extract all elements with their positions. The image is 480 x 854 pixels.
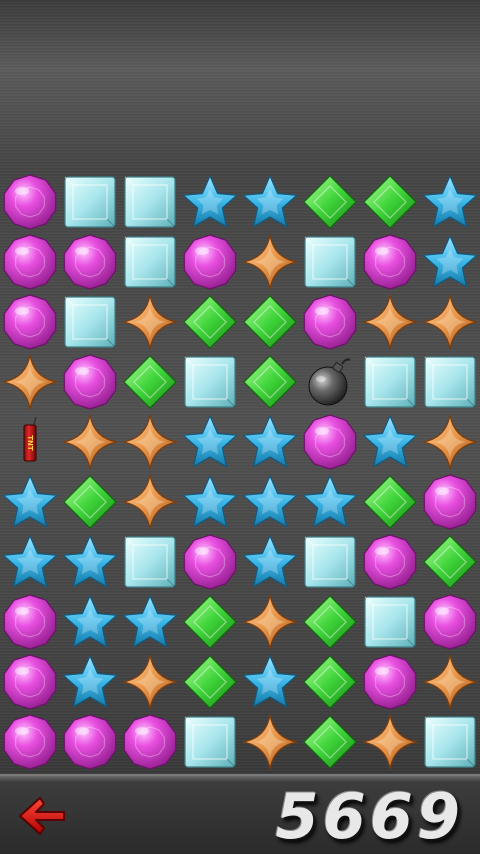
- blue-star-icon[interactable]: [180, 412, 240, 472]
- pink-gem-icon[interactable]: [300, 412, 360, 472]
- blue-star-icon[interactable]: [420, 172, 480, 232]
- orange-spark-icon[interactable]: [360, 292, 420, 352]
- dynamite-icon[interactable]: TNT: [0, 412, 60, 472]
- cyan-square-icon[interactable]: [420, 352, 480, 412]
- orange-spark-icon[interactable]: [420, 652, 480, 712]
- green-diamond-icon[interactable]: [420, 532, 480, 592]
- pink-gem-icon[interactable]: [180, 232, 240, 292]
- cyan-square-icon[interactable]: [120, 172, 180, 232]
- bomb-icon[interactable]: [300, 352, 360, 412]
- cyan-square-icon[interactable]: [300, 232, 360, 292]
- blue-star-icon[interactable]: [300, 472, 360, 532]
- pink-gem-icon[interactable]: [420, 472, 480, 532]
- pink-gem-icon[interactable]: [360, 532, 420, 592]
- cyan-square-icon[interactable]: [360, 352, 420, 412]
- green-diamond-icon[interactable]: [360, 472, 420, 532]
- pink-gem-icon[interactable]: [300, 292, 360, 352]
- green-diamond-icon[interactable]: [300, 712, 360, 772]
- blue-star-icon[interactable]: [120, 592, 180, 652]
- orange-spark-icon[interactable]: [120, 292, 180, 352]
- orange-spark-icon[interactable]: [360, 712, 420, 772]
- green-diamond-icon[interactable]: [180, 292, 240, 352]
- pink-gem-icon[interactable]: [0, 232, 60, 292]
- pink-gem-icon[interactable]: [0, 592, 60, 652]
- green-diamond-icon[interactable]: [180, 652, 240, 712]
- blue-star-icon[interactable]: [0, 472, 60, 532]
- cyan-square-icon[interactable]: [120, 532, 180, 592]
- pink-gem-icon[interactable]: [0, 172, 60, 232]
- pink-gem-icon[interactable]: [0, 652, 60, 712]
- dynamite-label: TNT: [26, 435, 34, 451]
- orange-spark-icon[interactable]: [240, 712, 300, 772]
- pink-gem-icon[interactable]: [0, 712, 60, 772]
- blue-star-icon[interactable]: [240, 652, 300, 712]
- blue-star-icon[interactable]: [60, 532, 120, 592]
- cyan-square-icon[interactable]: [120, 232, 180, 292]
- cyan-square-icon[interactable]: [360, 592, 420, 652]
- green-diamond-icon[interactable]: [120, 352, 180, 412]
- cyan-square-icon[interactable]: [300, 532, 360, 592]
- orange-spark-icon[interactable]: [420, 412, 480, 472]
- green-diamond-icon[interactable]: [360, 172, 420, 232]
- orange-spark-icon[interactable]: [120, 472, 180, 532]
- green-diamond-icon[interactable]: [240, 292, 300, 352]
- green-diamond-icon[interactable]: [300, 172, 360, 232]
- pink-gem-icon[interactable]: [360, 652, 420, 712]
- orange-spark-icon[interactable]: [240, 232, 300, 292]
- blue-star-icon[interactable]: [240, 172, 300, 232]
- blue-star-icon[interactable]: [240, 532, 300, 592]
- pink-gem-icon[interactable]: [420, 592, 480, 652]
- green-diamond-icon[interactable]: [60, 472, 120, 532]
- green-diamond-icon[interactable]: [300, 652, 360, 712]
- blue-star-icon[interactable]: [240, 472, 300, 532]
- blue-star-icon[interactable]: [0, 532, 60, 592]
- orange-spark-icon[interactable]: [60, 412, 120, 472]
- green-diamond-icon[interactable]: [300, 592, 360, 652]
- score-display: 5669: [275, 780, 464, 853]
- blue-star-icon[interactable]: [180, 472, 240, 532]
- cyan-square-icon[interactable]: [180, 352, 240, 412]
- green-diamond-icon[interactable]: [180, 592, 240, 652]
- game-board: TNT: [0, 172, 480, 772]
- green-diamond-icon[interactable]: [240, 352, 300, 412]
- cyan-square-icon[interactable]: [180, 712, 240, 772]
- blue-star-icon[interactable]: [60, 652, 120, 712]
- orange-spark-icon[interactable]: [420, 292, 480, 352]
- orange-spark-icon[interactable]: [240, 592, 300, 652]
- blue-star-icon[interactable]: [180, 172, 240, 232]
- cyan-square-icon[interactable]: [60, 172, 120, 232]
- pink-gem-icon[interactable]: [360, 232, 420, 292]
- pink-gem-icon[interactable]: [120, 712, 180, 772]
- orange-spark-icon[interactable]: [120, 412, 180, 472]
- pink-gem-icon[interactable]: [0, 292, 60, 352]
- bottom-bar: 5669: [0, 774, 480, 854]
- blue-star-icon[interactable]: [60, 592, 120, 652]
- orange-spark-icon[interactable]: [120, 652, 180, 712]
- pink-gem-icon[interactable]: [60, 232, 120, 292]
- blue-star-icon[interactable]: [420, 232, 480, 292]
- blue-star-icon[interactable]: [240, 412, 300, 472]
- orange-spark-icon[interactable]: [0, 352, 60, 412]
- back-button[interactable]: [14, 790, 70, 842]
- pink-gem-icon[interactable]: [180, 532, 240, 592]
- pink-gem-icon[interactable]: [60, 712, 120, 772]
- cyan-square-icon[interactable]: [420, 712, 480, 772]
- pink-gem-icon[interactable]: [60, 352, 120, 412]
- back-arrow-icon: [19, 797, 65, 835]
- blue-star-icon[interactable]: [360, 412, 420, 472]
- cyan-square-icon[interactable]: [60, 292, 120, 352]
